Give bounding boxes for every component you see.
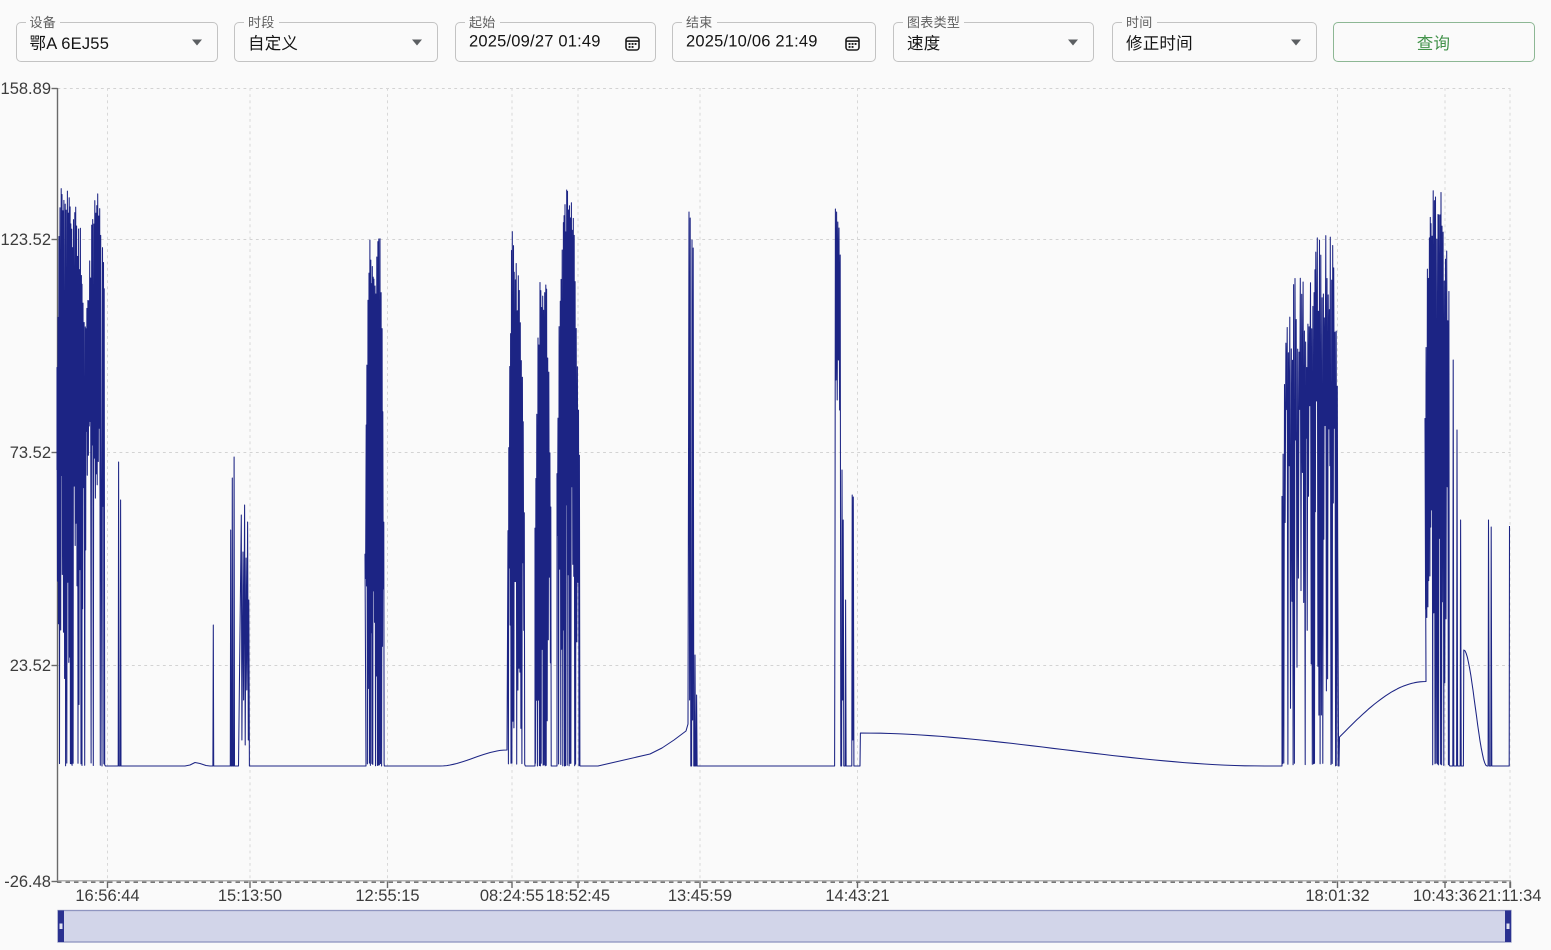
svg-text:123.52: 123.52 bbox=[1, 231, 51, 249]
svg-text:16:56:44: 16:56:44 bbox=[75, 887, 139, 905]
svg-text:10:43:36: 10:43:36 bbox=[1413, 887, 1477, 905]
svg-text:-26.48: -26.48 bbox=[4, 873, 51, 891]
svg-text:12:55:15: 12:55:15 bbox=[355, 887, 419, 905]
svg-text:08:24:55: 08:24:55 bbox=[480, 887, 544, 905]
svg-text:14:43:21: 14:43:21 bbox=[825, 887, 889, 905]
svg-text:18:52:45: 18:52:45 bbox=[546, 887, 610, 905]
svg-text:73.52: 73.52 bbox=[10, 444, 51, 462]
svg-text:23.52: 23.52 bbox=[10, 657, 51, 675]
svg-text:158.89: 158.89 bbox=[1, 80, 51, 98]
svg-text:21:11:34: 21:11:34 bbox=[1478, 887, 1541, 905]
svg-text:13:45:59: 13:45:59 bbox=[668, 887, 732, 905]
svg-text:15:13:50: 15:13:50 bbox=[218, 887, 282, 905]
svg-text:18:01:32: 18:01:32 bbox=[1305, 887, 1369, 905]
